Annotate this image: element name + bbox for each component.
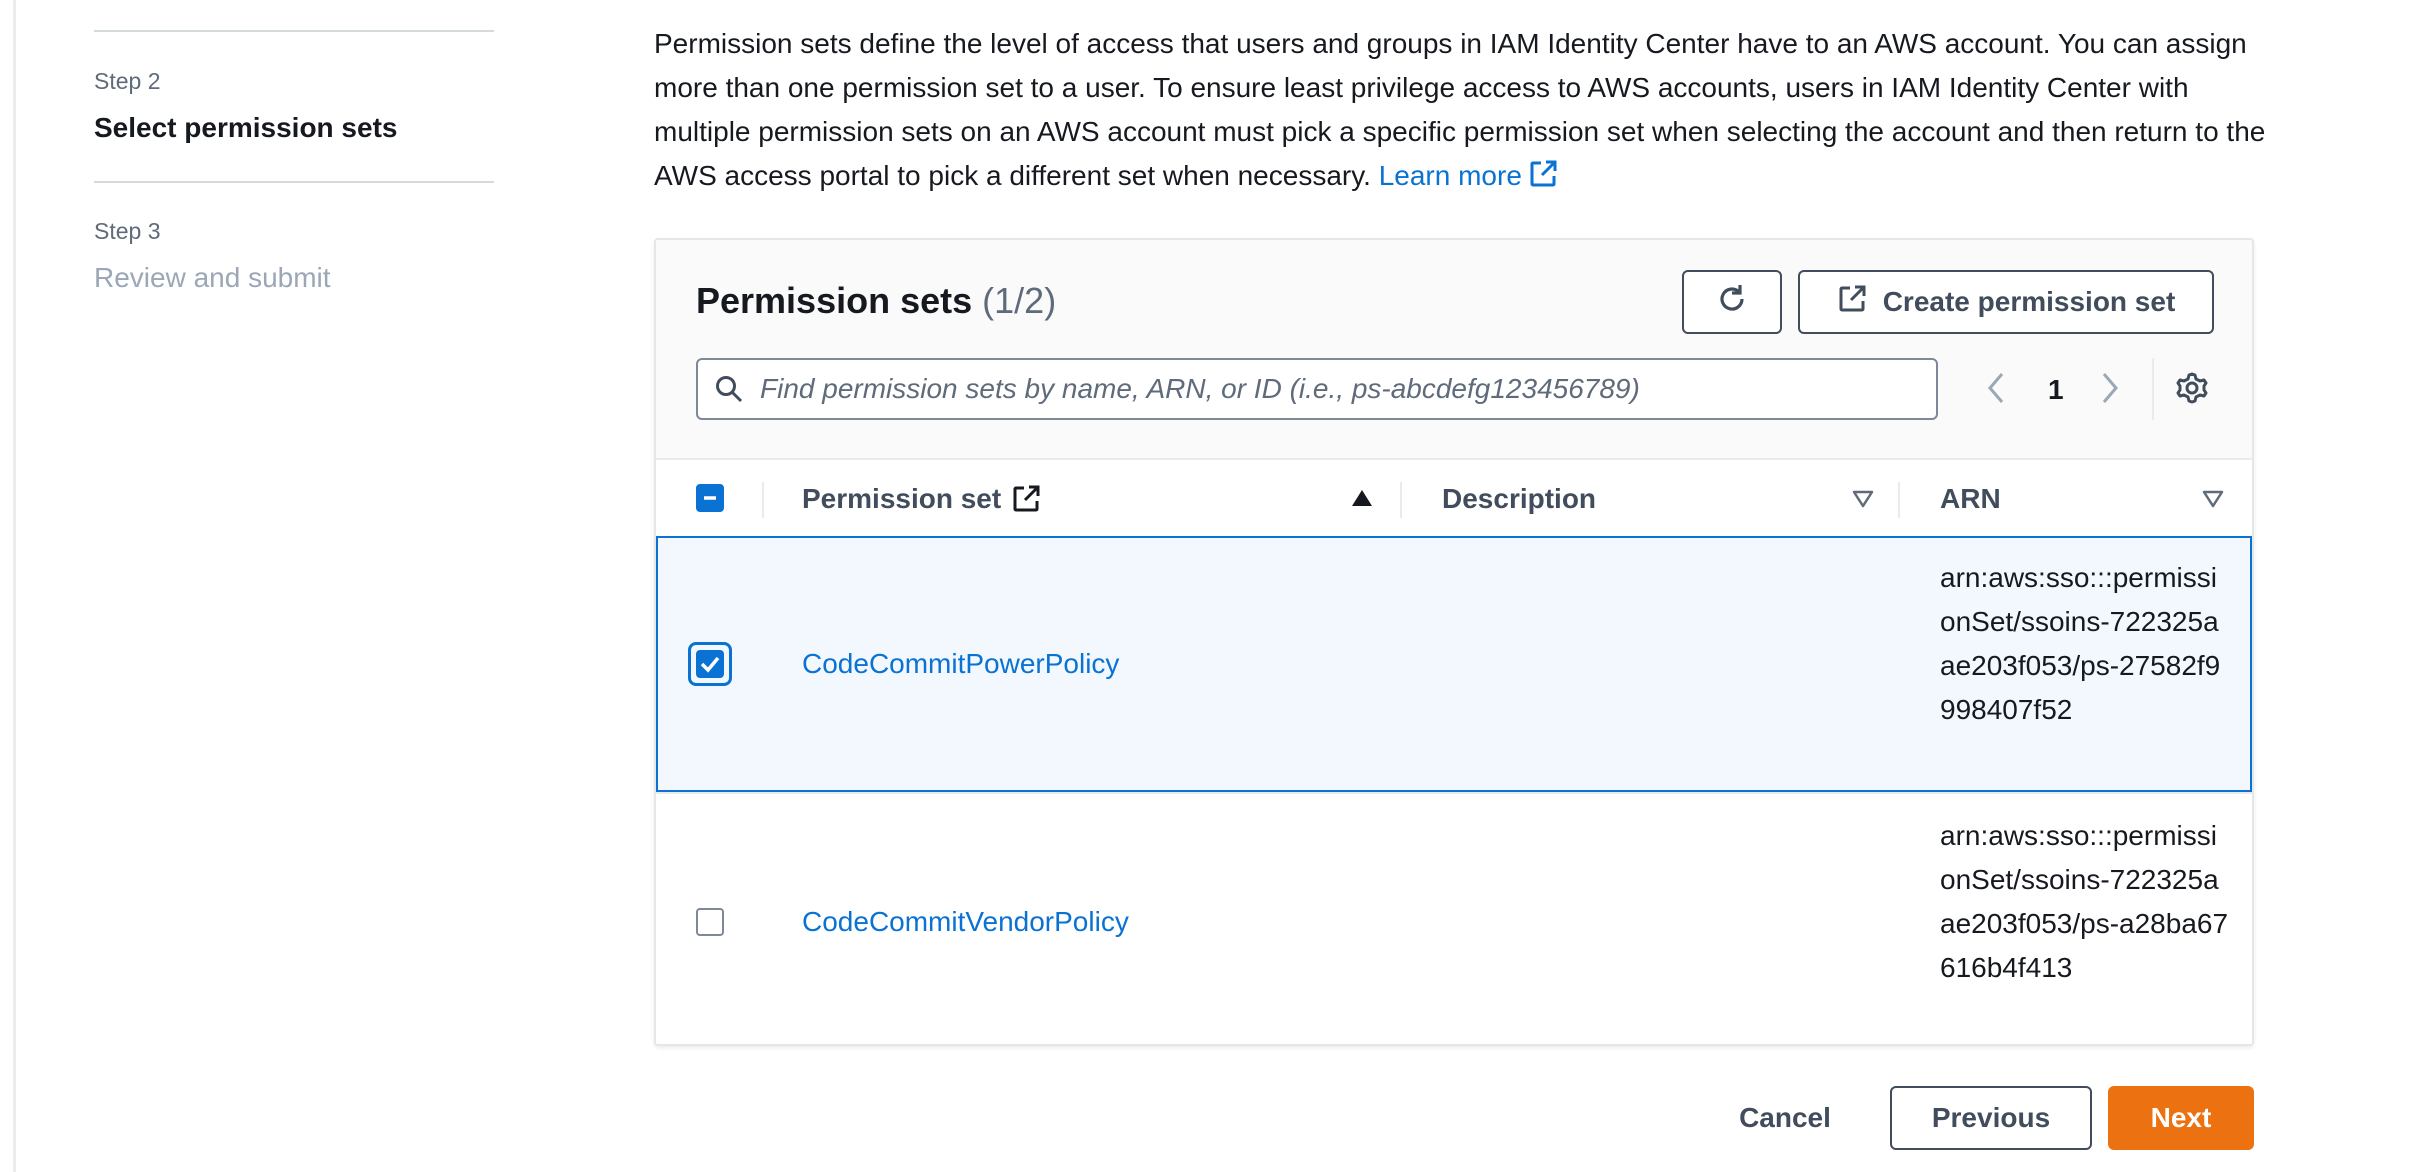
panel-title: Permission sets (1/2) [696, 280, 1056, 322]
external-link-icon [1837, 284, 1867, 321]
row-checkbox[interactable] [696, 650, 724, 678]
column-header-permission-set[interactable]: Permission set [802, 460, 1402, 538]
table-row[interactable]: CodeCommitVendorPolicy arn:aws:sso:::per… [656, 792, 2252, 1044]
cancel-button[interactable]: Cancel [1720, 1086, 1850, 1150]
panel-title-text: Permission sets [696, 280, 973, 321]
table-header: Permission set Description ARN [656, 458, 2252, 538]
next-button[interactable]: Next [2108, 1086, 2254, 1150]
step-3-number: Step 3 [94, 218, 161, 244]
search-input[interactable] [760, 373, 1936, 405]
step-divider [94, 181, 494, 183]
column-label: Permission set [802, 483, 1002, 514]
refresh-icon [1715, 282, 1749, 323]
search-icon [714, 374, 744, 404]
row-checkbox[interactable] [696, 908, 724, 936]
external-link-icon [1528, 158, 1558, 202]
step-2-title: Select permission sets [94, 112, 398, 143]
column-header-description[interactable]: Description [1442, 460, 1742, 538]
current-page-number[interactable]: 1 [2048, 374, 2064, 406]
external-link-icon [1011, 484, 1041, 514]
create-permission-set-button[interactable]: Create permission set [1798, 270, 2214, 334]
indeterminate-icon [704, 496, 716, 500]
refresh-button[interactable] [1682, 270, 1782, 334]
sort-ascending-icon[interactable] [1350, 488, 1374, 513]
step-divider [94, 30, 494, 32]
permission-set-link[interactable]: CodeCommitPowerPolicy [802, 648, 1119, 680]
step-3-title: Review and submit [94, 262, 331, 293]
column-divider [762, 482, 764, 518]
arn-value: arn:aws:sso:::permissionSet/ssoins-72232… [1940, 820, 2229, 983]
intro-description: Permission sets define the level of acce… [654, 22, 2274, 202]
permission-sets-panel: Permission sets (1/2) Create permission … [654, 238, 2254, 1046]
sort-icon[interactable] [2202, 490, 2224, 513]
create-button-label: Create permission set [1882, 286, 2176, 317]
arn-value: arn:aws:sso:::permissionSet/ssoins-72232… [1940, 562, 2221, 725]
sort-icon[interactable] [1852, 490, 1874, 513]
learn-more-label: Learn more [1378, 160, 1522, 191]
pager-divider [2152, 358, 2154, 420]
select-all-checkbox[interactable] [696, 484, 724, 512]
panel-header: Permission sets (1/2) Create permission … [656, 240, 2252, 458]
search-box [696, 358, 1938, 420]
previous-button[interactable]: Previous [1890, 1086, 2092, 1150]
selection-count: (1/2) [982, 280, 1057, 321]
column-header-arn[interactable]: ARN [1940, 460, 2140, 538]
step-2-number: Step 2 [94, 68, 161, 94]
permission-set-link[interactable]: CodeCommitVendorPolicy [802, 906, 1129, 938]
page-left-border [13, 0, 16, 1172]
learn-more-link[interactable]: Learn more [1379, 160, 1558, 191]
checkmark-icon [700, 656, 720, 673]
column-divider [1898, 482, 1900, 518]
table-row[interactable]: CodeCommitPowerPolicy arn:aws:sso:::perm… [656, 536, 2252, 792]
gear-icon[interactable] [2174, 370, 2210, 411]
chevron-right-icon[interactable] [2096, 368, 2124, 413]
chevron-left-icon[interactable] [1982, 368, 2010, 413]
column-divider [1400, 482, 1402, 518]
